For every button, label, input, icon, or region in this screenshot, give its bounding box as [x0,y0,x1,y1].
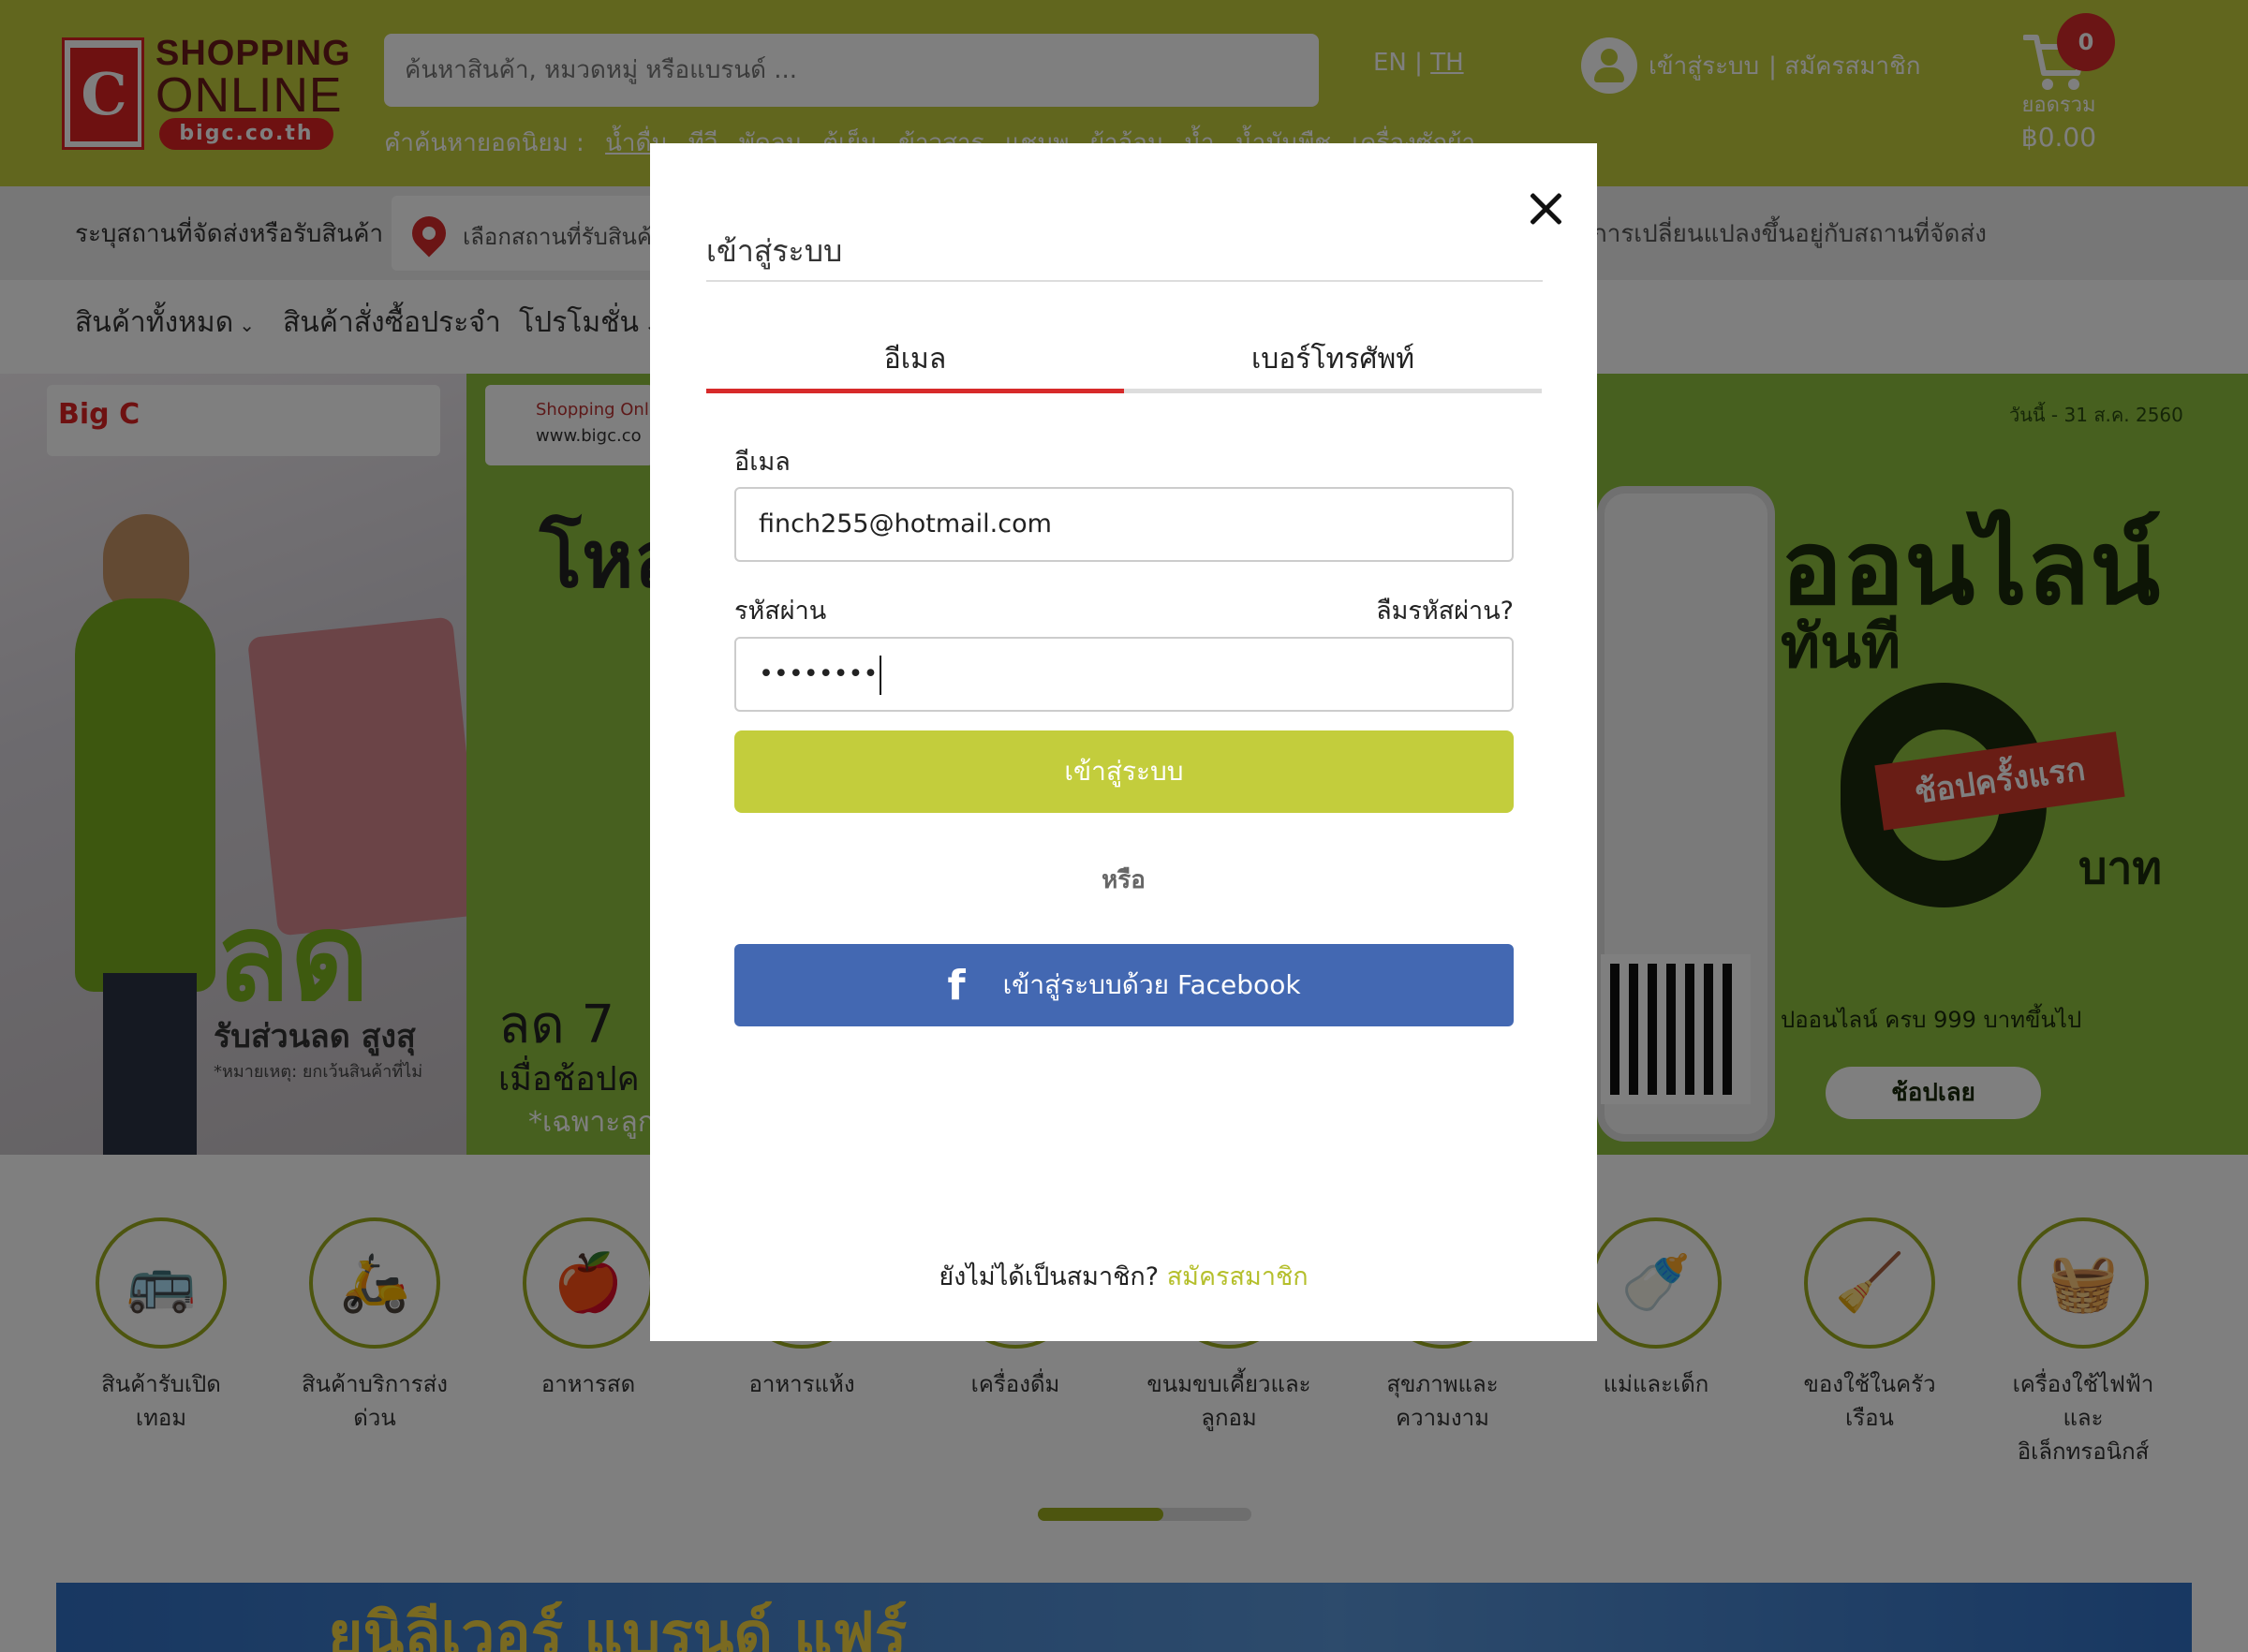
register-prompt: ยังไม่ได้เป็นสมาชิก? สมัครสมาชิก [650,1256,1597,1296]
register-prompt-text: ยังไม่ได้เป็นสมาชิก? [939,1262,1160,1291]
register-link[interactable]: สมัครสมาชิก [1167,1262,1309,1291]
email-label: อีเมล [734,448,791,477]
login-modal: เข้าสู่ระบบ อีเมล เบอร์โทรศัพท์ อีเมล fi… [650,143,1597,1341]
login-button[interactable]: เข้าสู่ระบบ [734,730,1514,813]
password-field[interactable]: •••••••• [734,637,1514,712]
password-label: รหัสผ่าน [734,597,827,626]
facebook-login-button[interactable]: f เข้าสู่ระบบด้วย Facebook [734,944,1514,1026]
facebook-login-label: เข้าสู่ระบบด้วย Facebook [1002,969,1301,1000]
modal-divider [706,280,1543,282]
text-caret [880,655,882,695]
password-value: •••••••• [759,659,879,688]
tab-email[interactable]: อีเมล [706,335,1124,393]
close-icon[interactable] [1523,186,1570,233]
or-divider: หรือ [1102,866,1146,894]
login-tabs: อีเมล เบอร์โทรศัพท์ [706,335,1543,393]
tab-phone[interactable]: เบอร์โทรศัพท์ [1124,335,1542,393]
forgot-password-link[interactable]: ลืมรหัสผ่าน? [1306,590,1514,630]
modal-title: เข้าสู่ระบบ [706,233,843,269]
email-field[interactable]: finch255@hotmail.com [734,487,1514,562]
facebook-icon: f [947,962,966,1010]
